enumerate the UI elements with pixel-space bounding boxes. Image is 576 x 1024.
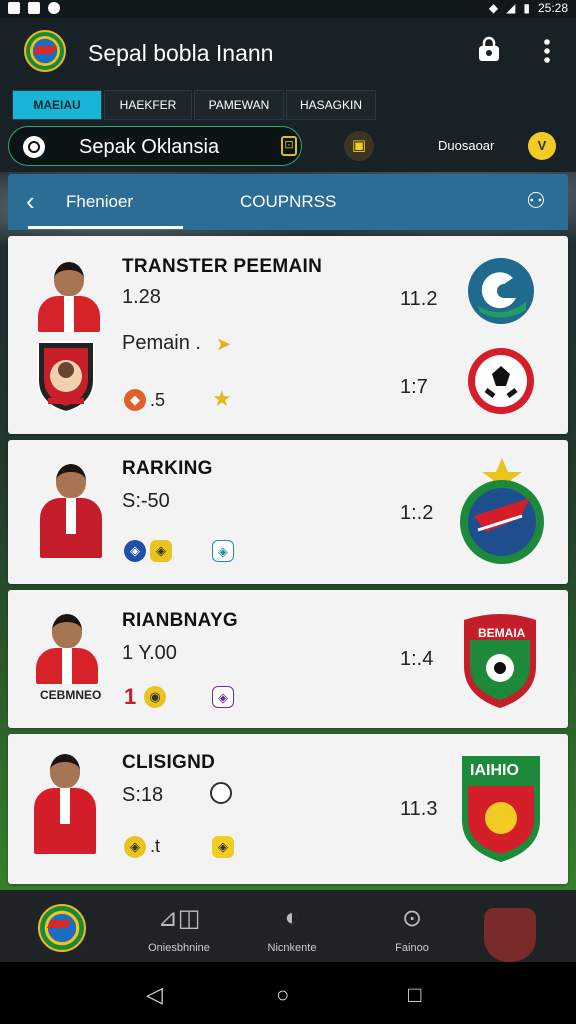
stats-icon: ⊿◫ — [157, 905, 201, 932]
app-title: Sepal bobla Inann — [88, 40, 274, 66]
coin-icon[interactable]: V — [528, 132, 556, 160]
card-value: S:18 — [122, 784, 164, 806]
system-nav-bar: ◁ ○ □ — [0, 962, 576, 1024]
player-avatar — [30, 612, 104, 692]
home-circle-icon[interactable]: ○ — [276, 982, 289, 1008]
nav-item-3[interactable]: ◐ Nicnkente — [250, 890, 334, 962]
card-value: 1 Y.00 — [122, 642, 177, 664]
highlight-number: 1 — [124, 684, 137, 709]
wifi-icon: ◆ — [488, 1, 499, 15]
card-value: 1.28 — [122, 286, 161, 308]
card-icon-text: .5 — [150, 390, 166, 410]
crest-text: IAIHIO — [470, 762, 519, 779]
subnav-active-indicator — [28, 226, 183, 229]
club-crest-icon — [456, 456, 548, 568]
tab-2[interactable]: HAEKFER — [104, 90, 192, 120]
card-score: 1:.4 — [400, 648, 434, 670]
medal-icon: ◉ — [144, 686, 166, 708]
bottom-navigation: ⊿◫ Oniesbhnine ◐ Nicnkente ⊙ Fainoo — [0, 890, 576, 962]
recents-square-icon[interactable]: □ — [408, 982, 421, 1008]
shield-purple-icon: ◈ — [212, 686, 234, 708]
tab-1[interactable]: MAEIAU — [12, 90, 102, 120]
battery-icon: ▮ — [523, 1, 530, 15]
nav-label: Oniesbhnine — [148, 942, 210, 954]
back-triangle-icon[interactable]: ◁ — [146, 982, 163, 1008]
sub-navigation: ‹ Fhenioer COUPNRSS ⚇ — [8, 174, 568, 230]
player-name-label: CEBMNEO — [40, 688, 102, 702]
shopping-bag-icon[interactable] — [474, 36, 504, 70]
search-value: Sepak Oklansia — [79, 136, 220, 158]
club-shield-icon — [34, 334, 98, 414]
search-row: Sepak Oklansia ⊡ ▣ Duosaoar V — [0, 126, 576, 172]
player-avatar — [34, 462, 110, 558]
arrow-right-icon[interactable]: ➤ — [216, 334, 231, 355]
shield-gold-icon: ◈ — [124, 836, 146, 858]
shield-teal-icon: ◈ — [212, 540, 234, 562]
card-sub-label: Pemain . — [122, 332, 201, 354]
fire-icon: ◆ — [124, 389, 146, 411]
app-logo[interactable] — [24, 30, 66, 72]
search-nav-icon: ⊙ — [401, 905, 423, 932]
card-title: CLISIGND — [122, 752, 216, 773]
shield-blue-icon: ◈ — [124, 540, 146, 562]
signal-icon: ◢ — [506, 1, 516, 15]
card-value: S:-50 — [122, 490, 170, 512]
tab-bar: MAEIAU HAEKFER PAMEWAN HASAGKIN — [0, 88, 576, 126]
nav-item-5[interactable] — [468, 890, 558, 962]
list-card[interactable]: CLISIGND S:18 11.3 ◈ .t ◈ IAIHIO — [8, 734, 568, 884]
app-notification-icon — [48, 2, 60, 14]
card-score: 11.2 — [400, 288, 438, 310]
ball-nav-icon: ◐ — [284, 904, 300, 931]
subnav-center-tab[interactable]: COUPNRSS — [240, 192, 336, 212]
crest-text: BEMAIA — [478, 626, 526, 640]
more-menu-icon[interactable] — [532, 38, 562, 70]
list-card[interactable]: CEBMNEO RIANBNAYG 1 Y.00 1:.4 1 ◉ ◈ BEMA… — [8, 590, 568, 728]
subnav-left-tab[interactable]: Fhenioer — [66, 192, 133, 212]
card-icon-text: .t — [150, 836, 161, 856]
club-nav-icon — [484, 908, 536, 962]
card-title: TRANSTER PEEMAIN — [122, 256, 323, 277]
app-bar: Sepal bobla Inann — [0, 18, 576, 88]
mail-icon — [28, 2, 40, 14]
shield-yellow-icon: ◈ — [212, 836, 234, 858]
card-score: 11.3 — [400, 798, 438, 820]
card-title: RIANBNAYG — [122, 610, 239, 631]
tab-4[interactable]: HASAGKIN — [286, 90, 376, 120]
ball-icon — [210, 782, 232, 804]
discover-label[interactable]: Duosaoar — [438, 138, 494, 153]
nav-item-4[interactable]: ⊙ Fainoo — [370, 890, 454, 962]
club-crest-icon — [460, 610, 540, 710]
nav-label: Fainoo — [395, 942, 429, 954]
player-avatar — [32, 260, 104, 332]
search-icon — [23, 136, 45, 158]
club-crest-icon — [468, 258, 534, 324]
status-bar: ◆ ◢ ▮ 25:28 — [0, 0, 576, 18]
nav-label: Nicnkente — [267, 942, 317, 954]
tab-3[interactable]: PAMEWAN — [194, 90, 284, 120]
scan-icon[interactable]: ⊡ — [281, 136, 297, 156]
card-score: 1:.2 — [400, 502, 434, 524]
player-avatar — [28, 752, 108, 856]
back-arrow-icon[interactable]: ‹ — [26, 186, 35, 217]
shield-gold-icon: ◈ — [150, 540, 172, 562]
gift-icon[interactable]: ▣ — [344, 131, 374, 161]
list-card[interactable]: RARKING S:-50 1:.2 ◈ ◈ ◈ — [8, 440, 568, 584]
card-title: RARKING — [122, 458, 213, 479]
ball-badge-icon — [466, 346, 536, 416]
people-icon[interactable]: ⚇ — [526, 188, 546, 214]
search-input[interactable]: Sepak Oklansia ⊡ — [8, 126, 302, 166]
clock: 25:28 — [537, 1, 568, 15]
star-icon[interactable]: ★ — [212, 386, 232, 412]
card-score-secondary: 1:7 — [400, 376, 428, 398]
list-card[interactable]: TRANSTER PEEMAIN 1.28 11.2 Pemain . ➤ 1:… — [8, 236, 568, 434]
notification-icon — [8, 2, 20, 14]
nav-home[interactable] — [20, 890, 104, 962]
home-logo-icon — [38, 904, 86, 952]
nav-item-2[interactable]: ⊿◫ Oniesbhnine — [134, 890, 224, 962]
